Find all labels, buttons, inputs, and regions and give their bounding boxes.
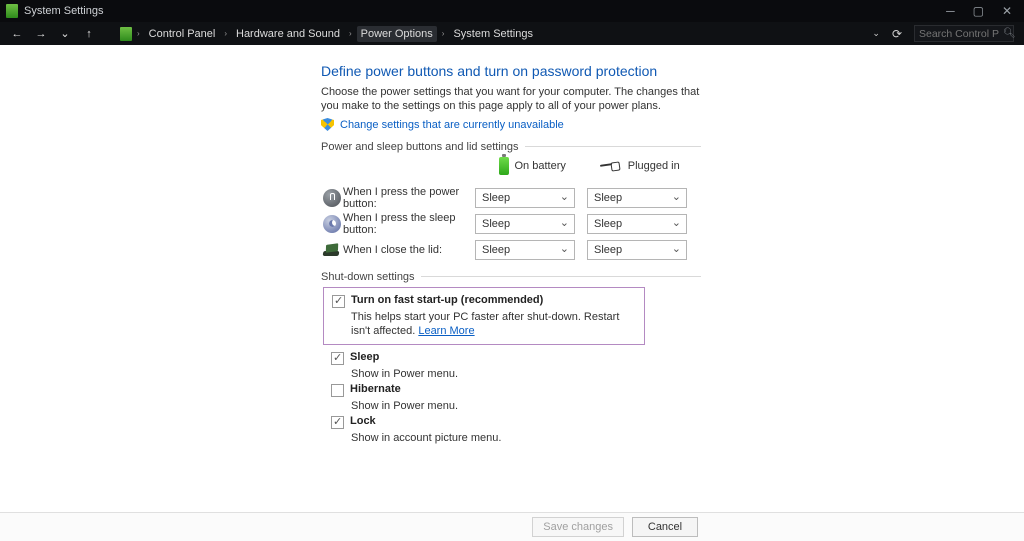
search-box[interactable]: 🔍︎	[914, 25, 1014, 42]
moon-icon	[323, 215, 341, 233]
sleep-checkbox[interactable]	[331, 352, 344, 365]
back-icon[interactable]: ←	[10, 28, 24, 40]
power-icon	[323, 189, 341, 207]
power-button-row: When I press the power button: Sleep Sle…	[321, 185, 701, 211]
chevron-icon[interactable]: ›	[442, 29, 445, 38]
crumb-control-panel[interactable]: Control Panel	[145, 26, 220, 42]
cancel-button[interactable]: Cancel	[632, 517, 698, 537]
sleep-battery-select[interactable]: Sleep	[475, 214, 575, 234]
chevron-icon[interactable]: ›	[224, 29, 227, 38]
col-plugged-label: Plugged in	[628, 160, 680, 172]
save-changes-button[interactable]: Save changes	[532, 517, 624, 537]
plug-icon	[600, 160, 622, 172]
address-dropdown-icon[interactable]: ⌄	[872, 28, 880, 39]
crumb-system-settings[interactable]: System Settings	[449, 26, 536, 42]
close-lid-label: When I close the lid:	[343, 244, 475, 256]
admin-link[interactable]: Change settings that are currently unava…	[340, 119, 564, 131]
close-icon[interactable]: ✕	[1002, 4, 1012, 18]
crumb-hardware-sound[interactable]: Hardware and Sound	[232, 26, 344, 42]
laptop-lid-icon	[321, 243, 343, 257]
recent-icon[interactable]: ⌄	[58, 27, 72, 40]
fast-startup-checkbox[interactable]	[332, 295, 345, 308]
lock-checkbox[interactable]	[331, 416, 344, 429]
battery-icon	[499, 157, 509, 175]
refresh-icon[interactable]: ⟳	[892, 27, 902, 41]
lid-plugged-select[interactable]: Sleep	[587, 240, 687, 260]
sleep-option-desc: Show in Power menu.	[321, 367, 701, 381]
search-icon[interactable]: 🔍︎	[1003, 28, 1016, 39]
sleep-button-row: When I press the sleep button: Sleep Sle…	[321, 211, 701, 237]
content: Define power buttons and turn on passwor…	[0, 45, 1024, 512]
column-headers: On battery Plugged in	[321, 157, 701, 175]
up-icon[interactable]: ↑	[82, 28, 96, 40]
lock-option-desc: Show in account picture menu.	[321, 431, 701, 445]
window-controls: ─ ▢ ✕	[946, 4, 1018, 18]
learn-more-link[interactable]: Learn More	[418, 325, 474, 337]
window-title: System Settings	[24, 5, 946, 17]
fast-startup-desc: This helps start your PC faster after sh…	[332, 310, 638, 338]
chevron-icon[interactable]: ›	[137, 29, 140, 38]
shield-icon	[321, 118, 334, 131]
sleep-plugged-select[interactable]: Sleep	[587, 214, 687, 234]
hibernate-checkbox[interactable]	[331, 384, 344, 397]
col-battery-label: On battery	[515, 160, 566, 172]
hibernate-option-label: Hibernate	[350, 383, 401, 395]
power-plugged-select[interactable]: Sleep	[587, 188, 687, 208]
section-shutdown-label: Shut-down settings	[321, 271, 421, 283]
lock-option-label: Lock	[350, 415, 376, 427]
minimize-icon[interactable]: ─	[946, 4, 955, 18]
app-icon	[6, 4, 18, 18]
crumb-power-options[interactable]: Power Options	[357, 26, 437, 42]
breadcrumb: › Control Panel › Hardware and Sound › P…	[120, 26, 862, 42]
footer: Save changes Cancel	[0, 512, 1024, 541]
page-title: Define power buttons and turn on passwor…	[321, 63, 701, 79]
col-on-battery: On battery	[499, 157, 600, 175]
lid-battery-select[interactable]: Sleep	[475, 240, 575, 260]
section-buttons-label: Power and sleep buttons and lid settings	[321, 141, 525, 153]
chevron-icon[interactable]: ›	[349, 29, 352, 38]
col-plugged-in: Plugged in	[600, 160, 701, 172]
admin-link-row: Change settings that are currently unava…	[321, 118, 701, 131]
power-battery-select[interactable]: Sleep	[475, 188, 575, 208]
location-icon	[120, 27, 132, 41]
search-input[interactable]	[919, 28, 999, 40]
sleep-button-label: When I press the sleep button:	[343, 212, 475, 236]
hibernate-option-desc: Show in Power menu.	[321, 399, 701, 413]
navbar: ← → ⌄ ↑ › Control Panel › Hardware and S…	[0, 22, 1024, 45]
close-lid-row: When I close the lid: Sleep Sleep	[321, 237, 701, 263]
forward-icon[interactable]: →	[34, 28, 48, 40]
sleep-option-label: Sleep	[350, 351, 379, 363]
power-button-label: When I press the power button:	[343, 186, 475, 210]
page-description: Choose the power settings that you want …	[321, 85, 701, 113]
fast-startup-label: Turn on fast start-up (recommended)	[351, 294, 543, 306]
fast-startup-highlight: Turn on fast start-up (recommended) This…	[323, 287, 645, 345]
titlebar: System Settings ─ ▢ ✕	[0, 0, 1024, 22]
maximize-icon[interactable]: ▢	[973, 4, 984, 18]
navbar-right: ⌄ ⟳ 🔍︎	[872, 25, 1014, 42]
